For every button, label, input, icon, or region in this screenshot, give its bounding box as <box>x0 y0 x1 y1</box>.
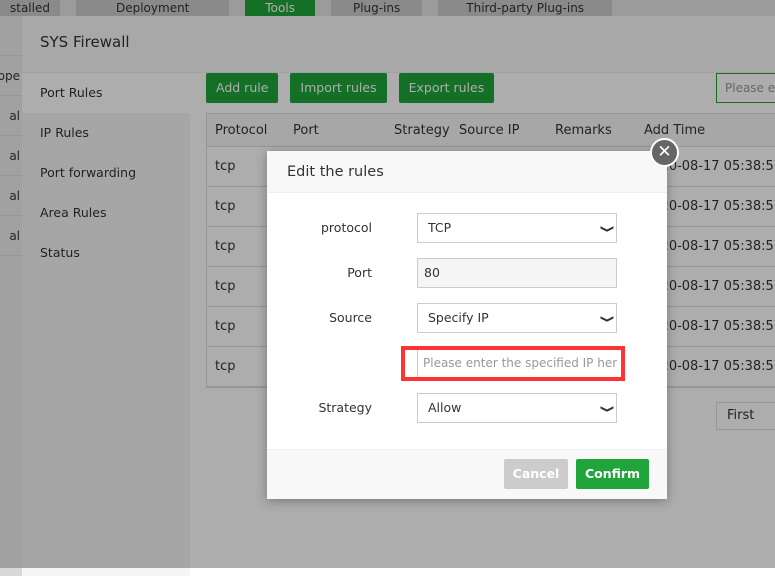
dialog-footer: Cancel Confirm <box>267 449 667 499</box>
chevron-down-icon: ❯ <box>599 224 614 234</box>
strategy-value: Allow <box>428 400 462 415</box>
confirm-button[interactable]: Confirm <box>576 459 649 489</box>
close-icon[interactable]: ✕ <box>650 138 679 167</box>
cancel-button[interactable]: Cancel <box>504 459 568 489</box>
port-label: Port <box>347 265 372 280</box>
highlight-box: Please enter the specified IP here <box>401 346 625 381</box>
edit-rules-dialog: Edit the rules protocol TCP ❯ Port 80 Sou… <box>267 151 667 499</box>
source-select[interactable]: Specify IP ❯ <box>417 303 617 333</box>
strategy-label: Strategy <box>318 400 372 415</box>
chevron-down-icon: ❯ <box>599 404 614 414</box>
source-value: Specify IP <box>428 310 489 325</box>
protocol-label: protocol <box>321 220 372 235</box>
protocol-value: TCP <box>428 220 452 235</box>
dialog-title: Edit the rules <box>267 151 667 193</box>
protocol-select[interactable]: TCP ❯ <box>417 213 617 243</box>
strategy-select[interactable]: Allow ❯ <box>417 393 617 423</box>
source-label: Source <box>329 310 372 325</box>
port-input[interactable]: 80 <box>417 258 617 288</box>
chevron-down-icon: ❯ <box>599 314 614 324</box>
specified-ip-input[interactable]: Please enter the specified IP here <box>417 350 617 377</box>
